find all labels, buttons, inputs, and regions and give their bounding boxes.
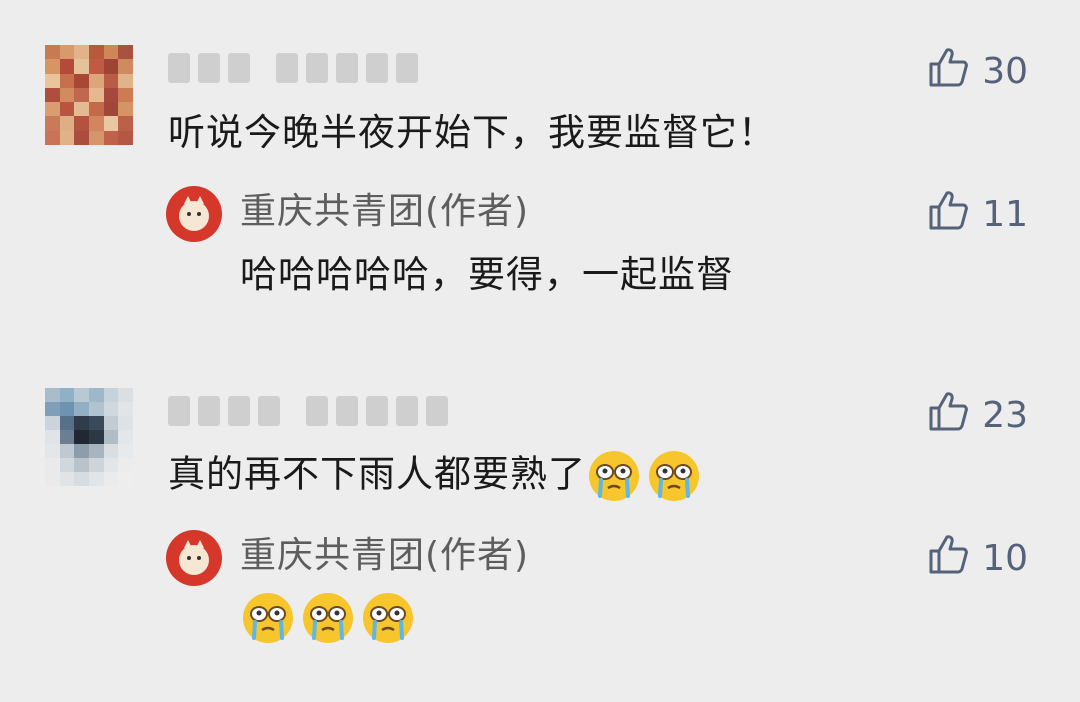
crying-face-emoji [300,590,356,646]
author-name[interactable]: 重庆共青团(作者) [240,532,529,580]
author-avatar[interactable] [166,186,222,242]
user-avatar-blurred[interactable] [45,388,133,486]
user-name-blurred[interactable] [168,48,418,88]
like-count: 30 [982,51,1028,92]
thumbs-up-icon [926,532,970,585]
like-count: 10 [982,538,1028,579]
like-button[interactable]: 30 [926,45,1028,98]
like-count: 23 [982,395,1028,436]
like-button[interactable]: 10 [926,532,1028,585]
like-button[interactable]: 23 [926,389,1028,442]
reply-text [240,590,420,646]
author-name[interactable]: 重庆共青团(作者) [240,188,529,236]
user-name-blurred[interactable] [168,391,448,431]
author-avatar[interactable] [166,530,222,586]
crying-face-emoji [646,448,702,504]
comment-text-body: 真的再不下雨人都要熟了 [168,452,586,496]
comment-text: 听说今晚半夜开始下，我要监督它！ [168,111,776,154]
user-avatar-blurred[interactable] [45,45,133,145]
like-count: 11 [982,194,1028,235]
thumbs-up-icon [926,188,970,241]
thumbs-up-icon [926,45,970,98]
thumbs-up-icon [926,389,970,442]
crying-face-emoji [240,590,296,646]
like-button[interactable]: 11 [926,188,1028,241]
crying-face-emoji [360,590,416,646]
reply-text: 哈哈哈哈哈，要得，一起监督 [240,253,734,296]
crying-face-emoji [586,448,642,504]
comment-text: 真的再不下雨人都要熟了 [168,448,706,504]
